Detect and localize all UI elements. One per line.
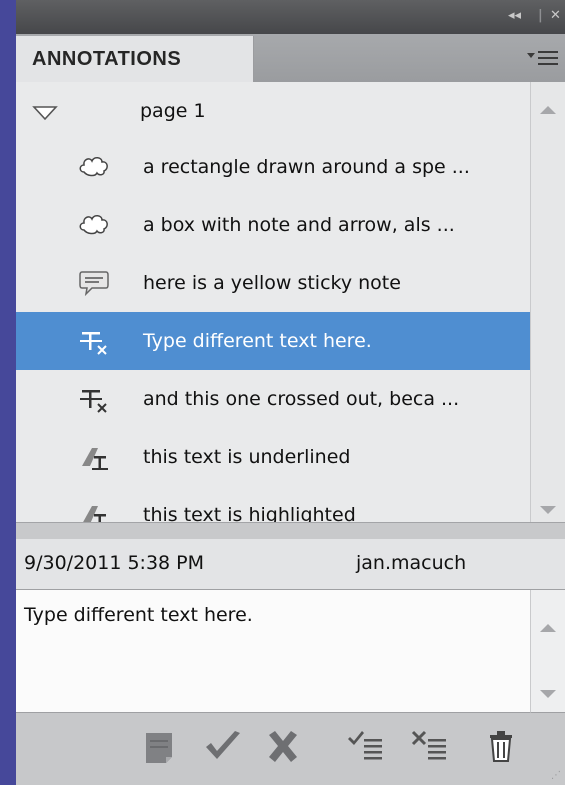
list-item[interactable]: a box with note and arrow, als ... (16, 196, 530, 254)
page-label: page 1 (140, 100, 206, 122)
cloud-icon (78, 152, 110, 182)
annotation-list: page 1 a rectangle drawn around a spe ..… (16, 82, 530, 528)
note-icon[interactable] (138, 727, 180, 767)
list-item[interactable]: a rectangle drawn around a spe ... (16, 138, 530, 196)
annotation-text: this text is underlined (143, 446, 351, 468)
sticky-note-icon (78, 268, 110, 298)
list-item[interactable]: here is a yellow sticky note (16, 254, 530, 312)
replace-text-icon (78, 326, 110, 356)
accept-all-icon[interactable] (346, 727, 388, 767)
list-item[interactable]: and this one crossed out, beca ... (16, 370, 530, 428)
titlebar-separator: | (538, 8, 543, 23)
reject-x-icon[interactable] (262, 727, 304, 767)
annotation-info-bar: 9/30/2011 5:38 PM jan.macuch (16, 539, 565, 590)
list-item-selected[interactable]: Type different text here. (16, 312, 530, 370)
collapse-icon[interactable]: ◂◂ (508, 8, 521, 23)
scroll-up-icon[interactable] (539, 100, 557, 119)
resize-grip-icon[interactable]: ⋰ (551, 770, 561, 781)
list-scrollbar[interactable] (530, 82, 565, 522)
strikethrough-icon (78, 384, 110, 414)
annotation-text: here is a yellow sticky note (143, 272, 401, 294)
tab-label: ANNOTATIONS (32, 47, 182, 70)
annotation-date: 9/30/2011 5:38 PM (24, 552, 205, 574)
panel-titlebar: ◂◂ | ✕ (16, 0, 565, 34)
splitter[interactable] (16, 522, 565, 540)
annotations-panel: ◂◂ | ✕ ANNOTATIONS page 1 a rectangle dr… (16, 0, 565, 785)
comment-scrollbar[interactable] (530, 590, 565, 713)
scroll-down-icon[interactable] (539, 684, 557, 703)
annotation-text: a box with note and arrow, als ... (143, 214, 455, 236)
panel-menu-icon[interactable] (527, 48, 559, 70)
list-item[interactable]: this text is underlined (16, 428, 530, 486)
annotation-text: Type different text here. (143, 330, 372, 352)
disclosure-triangle-icon[interactable] (32, 104, 58, 126)
comment-text: Type different text here. (24, 604, 253, 626)
reject-all-icon[interactable] (410, 727, 452, 767)
scroll-down-icon[interactable] (539, 500, 557, 519)
underline-icon (78, 442, 110, 472)
comment-textarea[interactable]: Type different text here. (16, 590, 530, 713)
annotation-author: jan.macuch (356, 552, 467, 574)
tab-annotations[interactable]: ANNOTATIONS (16, 36, 254, 82)
trash-icon[interactable] (480, 727, 522, 767)
annotation-text: a rectangle drawn around a spe ... (143, 156, 470, 178)
bottom-toolbar: ⋰ (16, 713, 565, 785)
page-group-row[interactable]: page 1 (16, 82, 530, 140)
cloud-icon (78, 210, 110, 240)
tab-bar: ANNOTATIONS (16, 34, 565, 83)
scroll-up-icon[interactable] (539, 618, 557, 637)
annotation-text: and this one crossed out, beca ... (143, 388, 460, 410)
close-icon[interactable]: ✕ (550, 8, 561, 23)
accept-checkmark-icon[interactable] (202, 727, 244, 767)
